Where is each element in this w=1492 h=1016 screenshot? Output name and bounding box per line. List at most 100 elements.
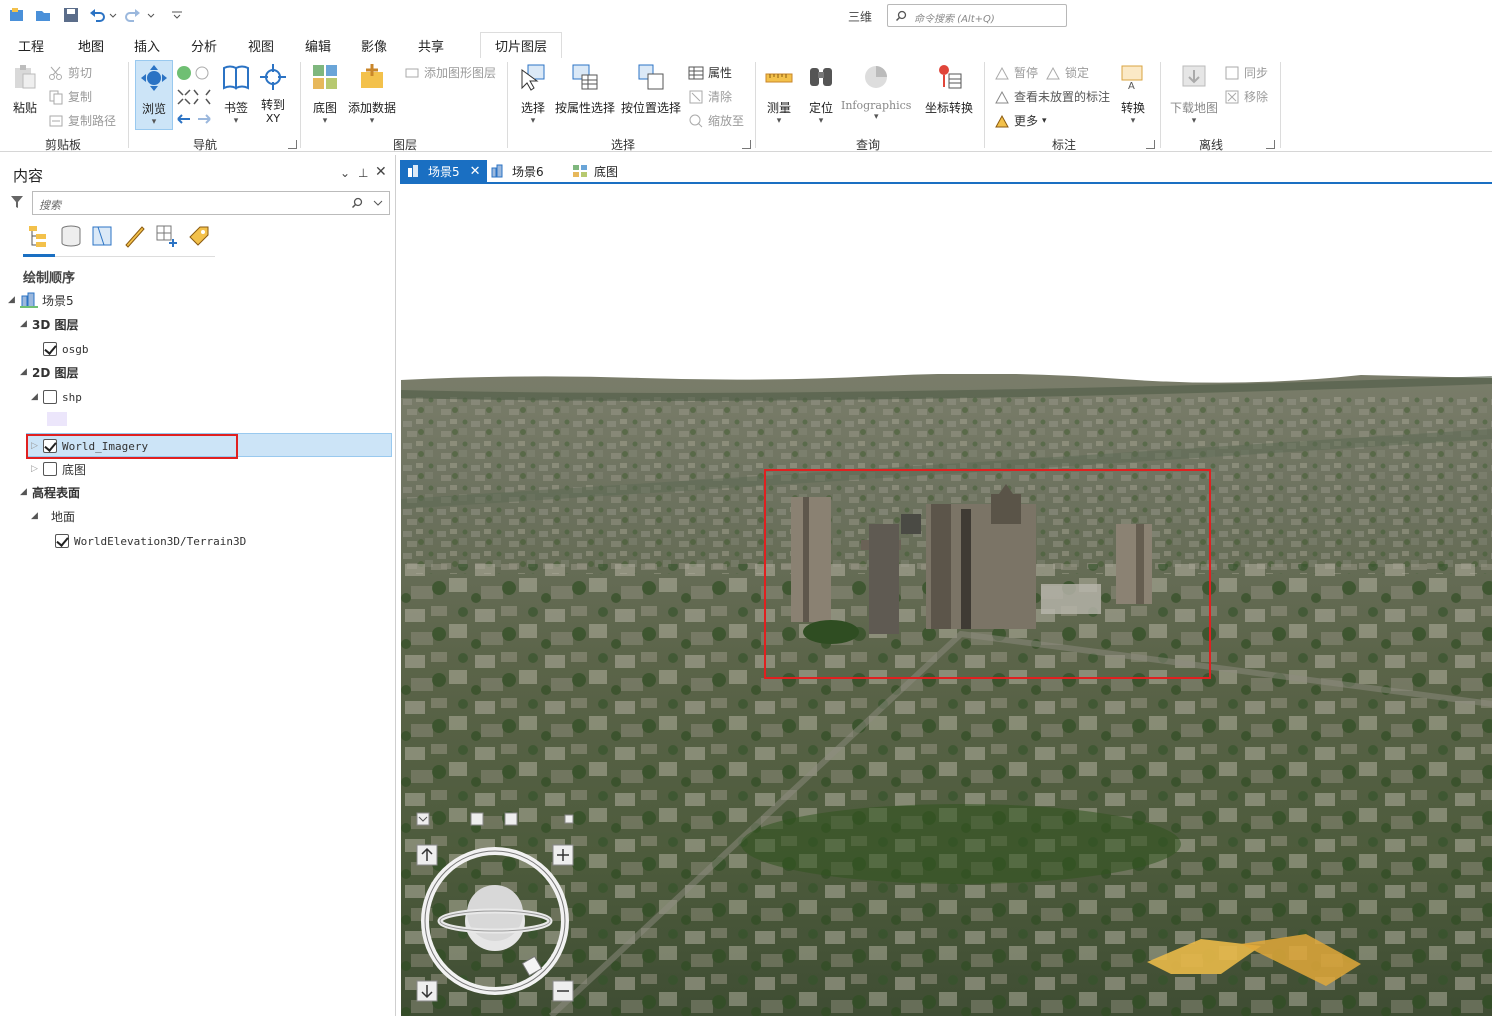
tree-layer-shp[interactable]: ◢ shp	[31, 386, 82, 408]
download-map-button[interactable]: 下载地图 ▾	[1170, 62, 1218, 126]
list-by-drawing-order-icon[interactable]	[26, 223, 52, 249]
goto-xy-button[interactable]: 转到 XY	[258, 62, 288, 125]
filter-icon[interactable]	[10, 195, 24, 209]
search-dropdown-icon[interactable]	[373, 199, 383, 207]
coordinate-conversion-label: 坐标转换	[925, 101, 974, 115]
offline-dialog-launcher[interactable]	[1266, 140, 1275, 149]
explore-button[interactable]: 浏览 ▾	[135, 60, 173, 130]
group-divider	[755, 62, 756, 148]
add-graphics-layer-button[interactable]: 添加图形图层	[404, 64, 496, 81]
scene-view[interactable]	[401, 184, 1492, 1016]
group-divider	[128, 62, 129, 148]
tree-ground-surface[interactable]: ◢ 地面	[31, 505, 75, 527]
tab-project[interactable]: 工程	[18, 36, 44, 55]
tree-scene-5[interactable]: ◢ 场景5	[8, 289, 74, 311]
select-by-location-button[interactable]: 按位置选择	[621, 62, 681, 116]
ribbon: 粘贴 剪切 复制 复制路径 剪贴板 浏览 ▾ 书签 ▾ 转到 XY 导航 底图 …	[0, 58, 1492, 152]
select-button[interactable]: 选择 ▾	[518, 62, 548, 126]
close-icon[interactable]: ✕	[375, 164, 387, 180]
list-by-editing-icon[interactable]	[122, 223, 148, 249]
tab-basemap[interactable]: 底图	[566, 160, 624, 182]
measure-button[interactable]: 测量 ▾	[764, 62, 794, 126]
convert-labels-button[interactable]: A 转换 ▾	[1118, 62, 1148, 126]
customize-toolbar-icon[interactable]	[168, 6, 186, 24]
terrain-visibility-checkbox[interactable]	[55, 534, 69, 548]
bookmarks-button[interactable]: 书签 ▾	[221, 62, 251, 126]
new-project-icon[interactable]	[8, 6, 26, 24]
basemap-visibility-checkbox[interactable]	[43, 462, 57, 476]
tab-view[interactable]: 视图	[248, 36, 274, 55]
coordinate-conversion-icon	[939, 65, 962, 89]
list-by-labeling-icon[interactable]	[186, 223, 212, 249]
scene-icon	[491, 164, 503, 178]
undo-icon[interactable]	[88, 6, 106, 24]
tab-share[interactable]: 共享	[418, 36, 444, 55]
group-divider	[984, 62, 985, 148]
cut-button[interactable]: 剪切	[48, 64, 92, 81]
copy-path-button[interactable]: 复制路径	[48, 112, 116, 129]
pin-icon[interactable]: ⊥	[358, 166, 368, 180]
tree-elevation-surfaces[interactable]: ◢ 高程表面	[20, 481, 80, 503]
tab-tile-layer[interactable]: 切片图层	[480, 32, 563, 58]
paste-button[interactable]: 粘贴	[10, 62, 40, 116]
list-by-snapping-icon[interactable]	[154, 223, 180, 249]
infographics-button[interactable]: Infographics ▾	[841, 62, 911, 122]
shp-symbol-swatch[interactable]	[47, 412, 67, 426]
tab-edit[interactable]: 编辑	[305, 36, 331, 55]
search-icon[interactable]	[351, 197, 363, 209]
contents-search-input[interactable]: 搜索	[32, 191, 390, 215]
tree-layer-osgb[interactable]: osgb	[43, 338, 89, 360]
selection-dialog-launcher[interactable]	[742, 140, 751, 149]
tab-imagery[interactable]: 影像	[361, 36, 387, 55]
navigate-dialog-launcher[interactable]	[288, 140, 297, 149]
group-divider	[1160, 62, 1161, 148]
tree-3d-layers-group[interactable]: ◢ 3D 图层	[20, 313, 79, 335]
tab-map[interactable]: 地图	[78, 36, 105, 61]
sync-icon	[1225, 66, 1239, 79]
full-extent-icon[interactable]	[176, 64, 212, 82]
list-by-data-source-icon[interactable]	[58, 223, 84, 249]
pause-labeling-button[interactable]: 暂停	[994, 64, 1038, 81]
zoom-to-selection-button[interactable]: 缩放至	[688, 112, 744, 129]
select-cursor-icon	[521, 64, 545, 91]
view-unplaced-labels-button[interactable]: 查看未放置的标注	[994, 88, 1110, 105]
convert-labels-icon: A	[1121, 65, 1143, 92]
command-search-input[interactable]: 命令搜索 (Alt+Q)	[887, 4, 1067, 27]
remove-offline-button[interactable]: 移除	[1224, 88, 1268, 105]
lock-labels-button[interactable]: 锁定	[1045, 64, 1089, 81]
goto-label: 转到	[260, 98, 285, 112]
select-by-attributes-button[interactable]: 按属性选择	[555, 62, 615, 116]
tab-analysis[interactable]: 分析	[191, 36, 217, 55]
pane-options-chevron-icon[interactable]: ⌄	[340, 166, 350, 180]
undo-dropdown-icon[interactable]	[108, 6, 118, 24]
tree-2d-layers-group[interactable]: ◢ 2D 图层	[20, 361, 79, 383]
tab-insert[interactable]: 插入	[134, 36, 160, 55]
navigator-control[interactable]	[413, 809, 583, 1009]
more-labeling-button[interactable]: 更多 ▾	[994, 112, 1047, 129]
open-project-icon[interactable]	[34, 6, 52, 24]
redo-icon[interactable]	[124, 6, 142, 24]
list-by-selection-icon[interactable]	[90, 223, 116, 249]
save-project-icon[interactable]	[62, 6, 80, 24]
tab-scene-5[interactable]: 场景5 ✕	[400, 160, 487, 182]
group-divider	[1280, 62, 1281, 148]
previous-next-extent-icon[interactable]	[176, 110, 212, 128]
tab-scene-6[interactable]: 场景6	[484, 160, 550, 182]
sync-button[interactable]: 同步	[1224, 64, 1268, 81]
clear-selection-button[interactable]: 清除	[688, 88, 732, 105]
close-tab-icon[interactable]: ✕	[470, 164, 481, 179]
coordinate-conversion-button[interactable]: 坐标转换	[925, 62, 973, 116]
shp-layer-name: shp	[62, 390, 82, 404]
redo-dropdown-icon[interactable]	[146, 6, 156, 24]
fixed-zoom-icon[interactable]	[176, 88, 212, 106]
locate-button[interactable]: 定位 ▾	[806, 62, 836, 126]
shp-visibility-checkbox[interactable]	[43, 390, 57, 404]
labeling-dialog-launcher[interactable]	[1146, 140, 1155, 149]
tree-layer-basemap[interactable]: ▷ 底图	[31, 458, 86, 480]
copy-button[interactable]: 复制	[48, 88, 92, 105]
add-data-button[interactable]: 添加数据 ▾	[348, 62, 396, 126]
tree-terrain-source[interactable]: WorldElevation3D/Terrain3D	[55, 530, 246, 552]
attributes-button[interactable]: 属性	[688, 64, 732, 81]
osgb-visibility-checkbox[interactable]	[43, 342, 57, 356]
basemap-button[interactable]: 底图 ▾	[310, 62, 340, 126]
